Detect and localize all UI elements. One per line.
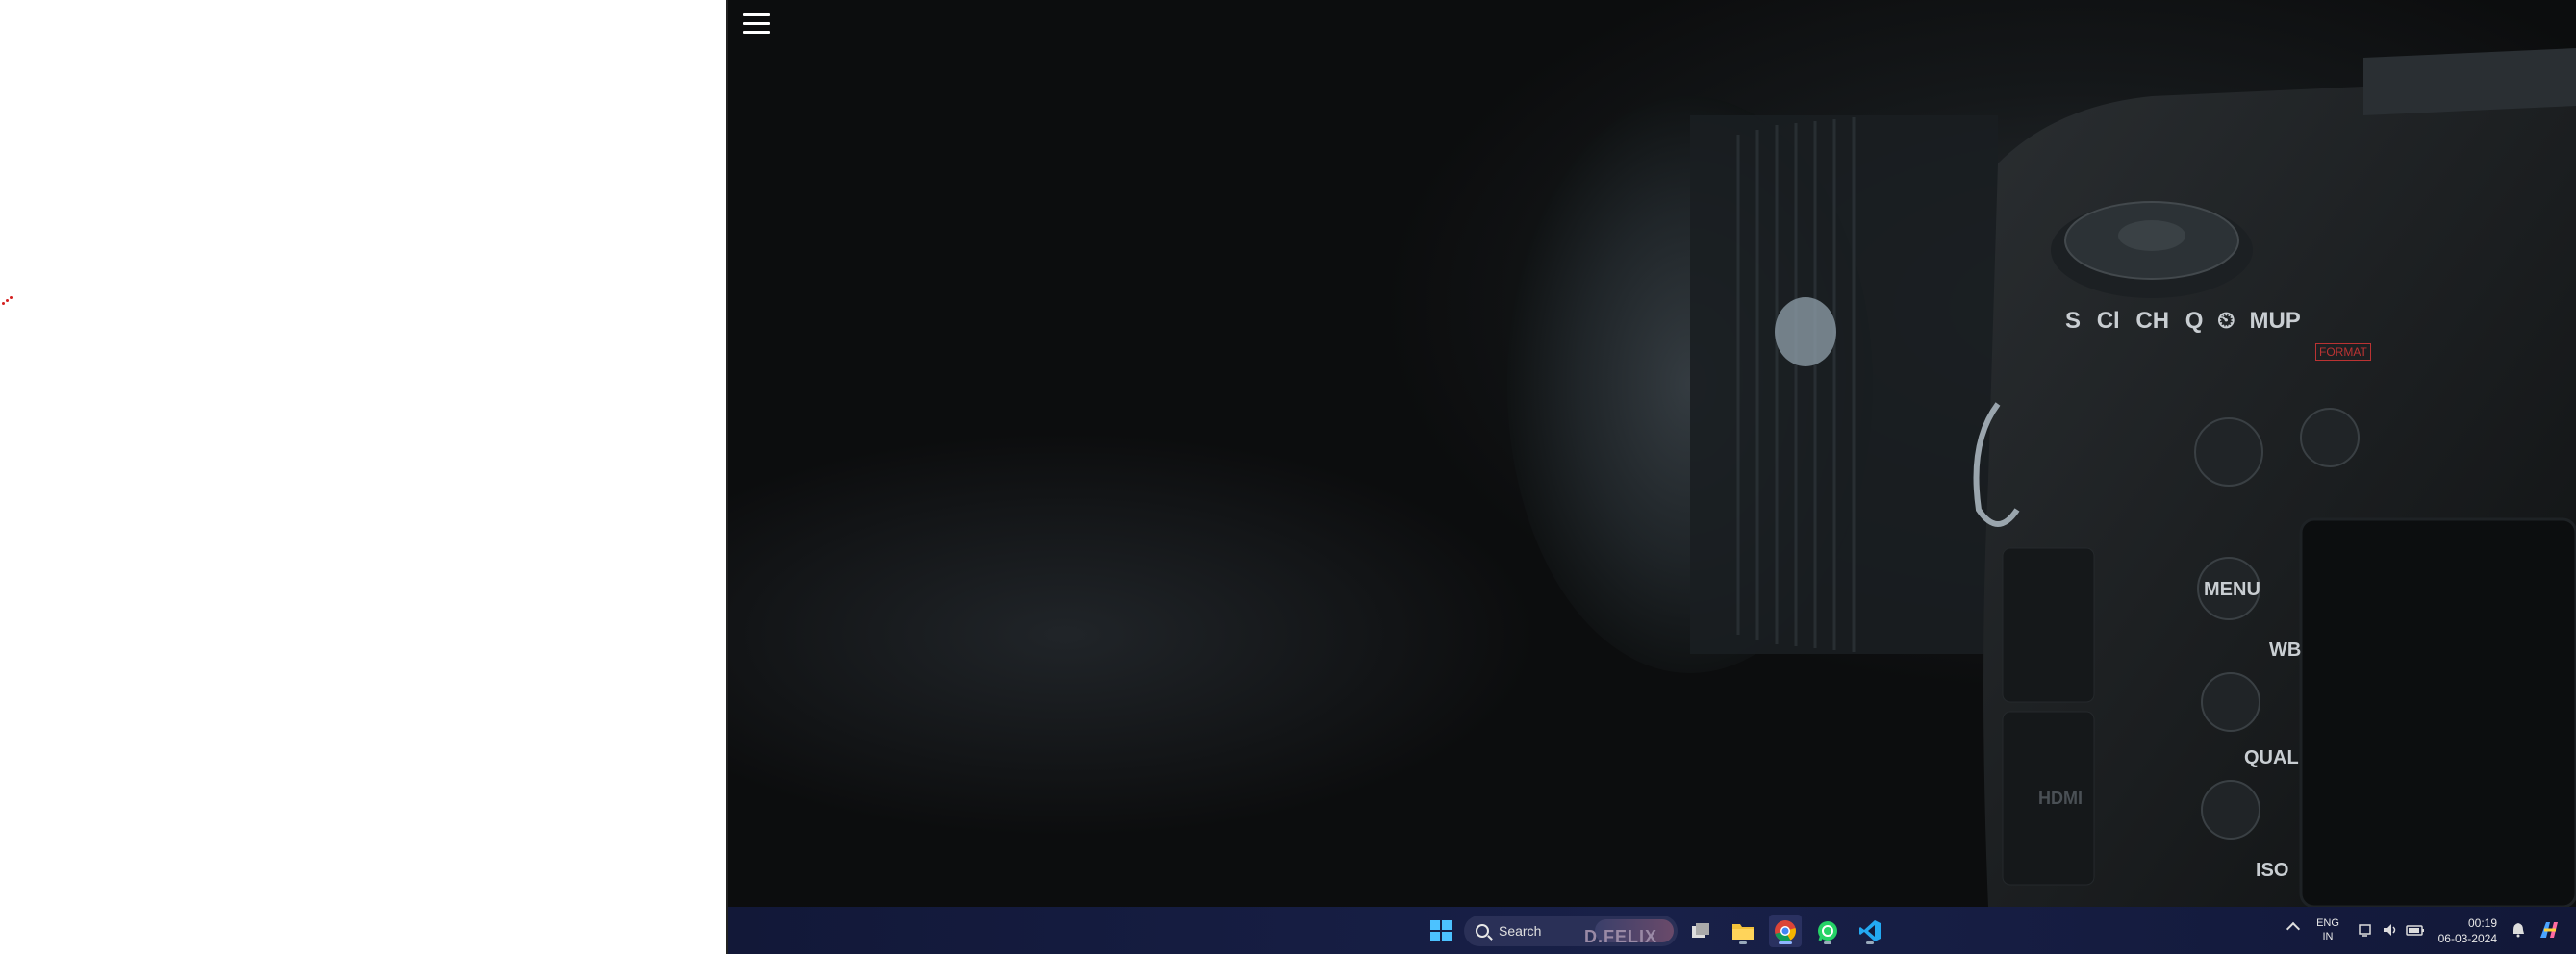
dial-cl: Cl bbox=[2096, 308, 2120, 334]
language-code: ENG bbox=[2316, 917, 2339, 929]
iso-label: ISO bbox=[2256, 860, 2289, 881]
chrome-active-indicator bbox=[1779, 941, 1792, 944]
dial-ch: CH bbox=[2135, 308, 2170, 334]
format-label: FORMAT bbox=[2315, 343, 2371, 361]
windows-logo bbox=[1430, 920, 1452, 941]
clock-time: 00:19 bbox=[2467, 916, 2497, 930]
cursor-dots bbox=[2, 296, 13, 308]
vscode-running-indicator bbox=[1866, 941, 1874, 944]
dial-s: S bbox=[2065, 308, 2082, 334]
mode-dial-labels: S Cl CH Q ⏲ MUP bbox=[2065, 308, 2301, 335]
menu-label: MENU bbox=[2204, 579, 2260, 600]
whatsapp-glyph bbox=[1818, 921, 1837, 941]
notification-bell-icon[interactable] bbox=[2511, 922, 2526, 938]
hamburger-menu-icon[interactable] bbox=[743, 13, 770, 38]
chrome-glyph bbox=[1775, 920, 1796, 941]
whatsapp-icon[interactable] bbox=[1811, 915, 1844, 947]
chrome-icon[interactable] bbox=[1769, 915, 1802, 947]
explorer-running-indicator bbox=[1739, 941, 1747, 944]
dial-mup: MUP bbox=[2249, 308, 2301, 334]
search-icon bbox=[1476, 924, 1489, 938]
show-hidden-icons-chevron-icon[interactable] bbox=[2286, 921, 2301, 937]
region-code: IN bbox=[2322, 931, 2334, 942]
blank-window[interactable] bbox=[0, 0, 726, 954]
dial-timer: ⏲ bbox=[2217, 308, 2235, 334]
language-indicator[interactable]: ENG IN bbox=[2313, 916, 2342, 943]
folder-icon[interactable] bbox=[1727, 915, 1759, 947]
hdmi-label: HDMI bbox=[2038, 789, 2083, 808]
whatsapp-running-indicator bbox=[1824, 941, 1831, 944]
search-banner-text: D.FELIX bbox=[1584, 927, 1658, 946]
volume-icon[interactable] bbox=[2383, 922, 2398, 938]
network-icon[interactable] bbox=[2359, 922, 2374, 938]
vscode-icon[interactable] bbox=[1854, 915, 1886, 947]
clock-date: 06-03-2024 bbox=[2437, 932, 2497, 945]
task-view-icon[interactable] bbox=[1684, 915, 1717, 947]
wb-label: WB bbox=[2269, 640, 2302, 661]
camera-image bbox=[1507, 48, 2576, 907]
taskbar: Search D.FELIX ENG IN 00:19 06-03-2024 bbox=[728, 907, 2576, 954]
windows-start-icon[interactable] bbox=[1425, 915, 1457, 947]
copilot-icon[interactable] bbox=[2537, 918, 2560, 941]
folder-glyph bbox=[1732, 924, 1754, 940]
qual-label: QUAL bbox=[2244, 747, 2299, 768]
vscode-glyph bbox=[1859, 920, 1881, 941]
dial-q: Q bbox=[2185, 308, 2204, 334]
desktop-wallpaper: S Cl CH Q ⏲ MUP FORMAT MENU WB QUAL ISO … bbox=[728, 0, 2576, 907]
battery-icon[interactable] bbox=[2406, 922, 2425, 938]
task-view-glyph bbox=[1692, 923, 1709, 938]
search-label: Search bbox=[1499, 923, 1542, 939]
screen: S Cl CH Q ⏲ MUP FORMAT MENU WB QUAL ISO … bbox=[0, 0, 2576, 954]
system-clock[interactable]: 00:19 06-03-2024 bbox=[2438, 916, 2497, 946]
